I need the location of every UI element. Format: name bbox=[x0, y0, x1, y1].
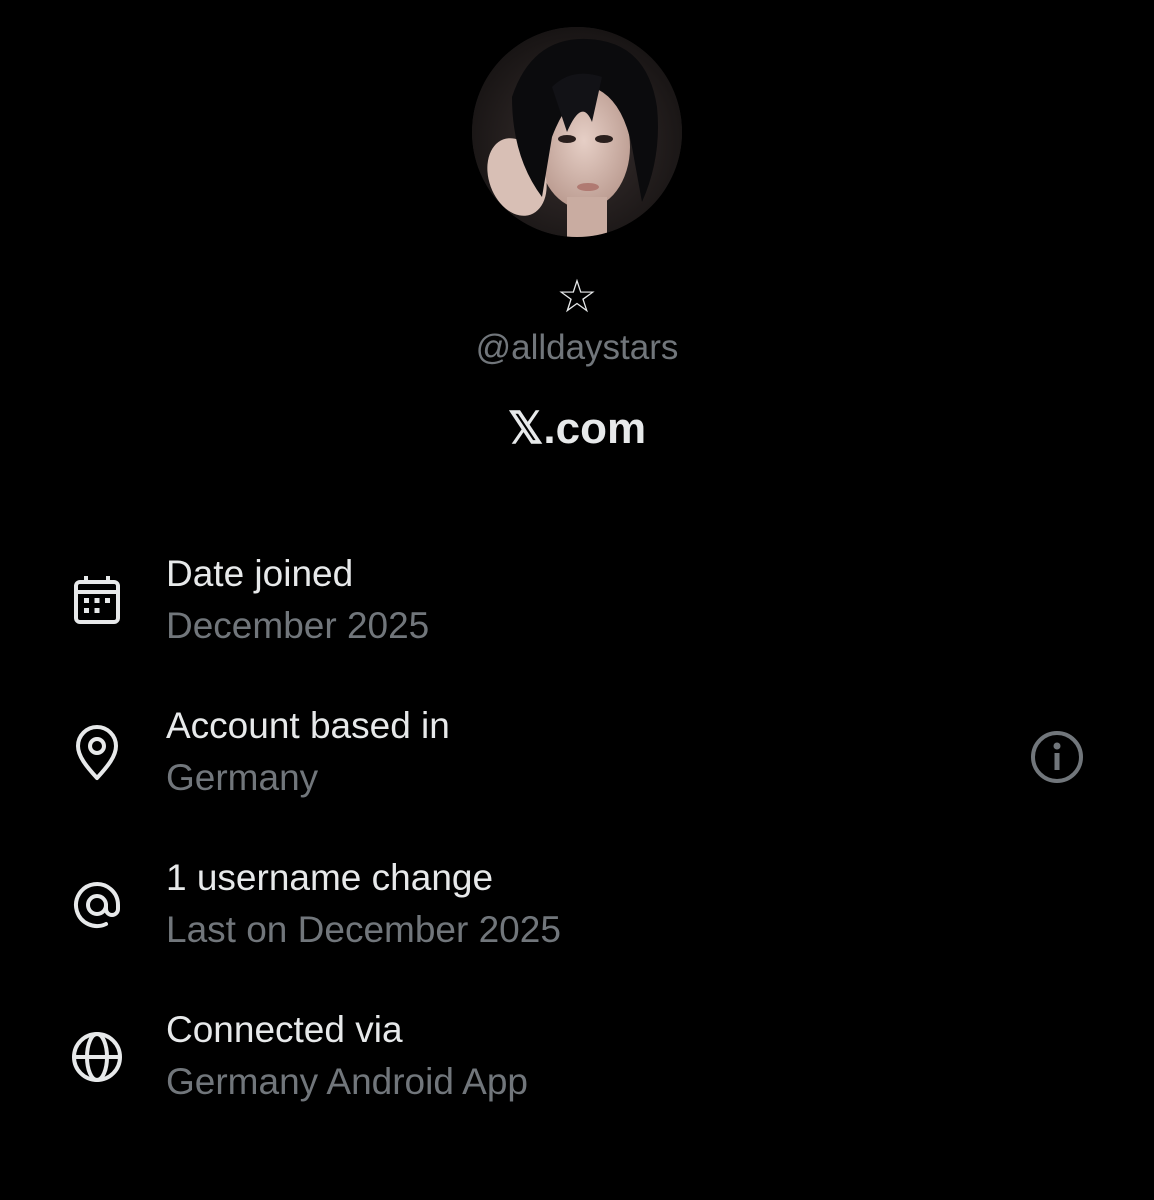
calendar-icon bbox=[66, 570, 128, 632]
account-based-in-value: Germany bbox=[166, 757, 319, 798]
info-icon[interactable] bbox=[1026, 726, 1088, 788]
detail-row-username-change: 1 username change Last on December 2025 bbox=[0, 854, 1154, 974]
display-name: ☆ bbox=[556, 269, 598, 323]
globe-icon bbox=[66, 1026, 128, 1088]
platform-brand: 𝕏.com bbox=[507, 404, 647, 453]
username-handle[interactable]: @alldaystars bbox=[0, 326, 1154, 370]
account-based-in-label: Account based in bbox=[166, 705, 450, 746]
connected-via-label: Connected via bbox=[166, 1009, 403, 1050]
avatar[interactable] bbox=[472, 27, 682, 237]
at-sign-icon bbox=[66, 874, 128, 936]
detail-row-connected-via: Connected via Germany Android App bbox=[0, 1006, 1154, 1126]
username-change-value: Last on December 2025 bbox=[166, 909, 561, 950]
username-change-label: 1 username change bbox=[166, 857, 494, 898]
date-joined-label: Date joined bbox=[166, 553, 354, 594]
avatar-photo bbox=[472, 27, 682, 237]
date-joined-value: December 2025 bbox=[166, 605, 430, 646]
detail-row-date-joined: Date joined December 2025 bbox=[0, 550, 1154, 670]
detail-row-account-based-in: Account based in Germany bbox=[0, 702, 1154, 822]
location-pin-icon bbox=[66, 722, 128, 784]
connected-via-value: Germany Android App bbox=[166, 1061, 528, 1102]
